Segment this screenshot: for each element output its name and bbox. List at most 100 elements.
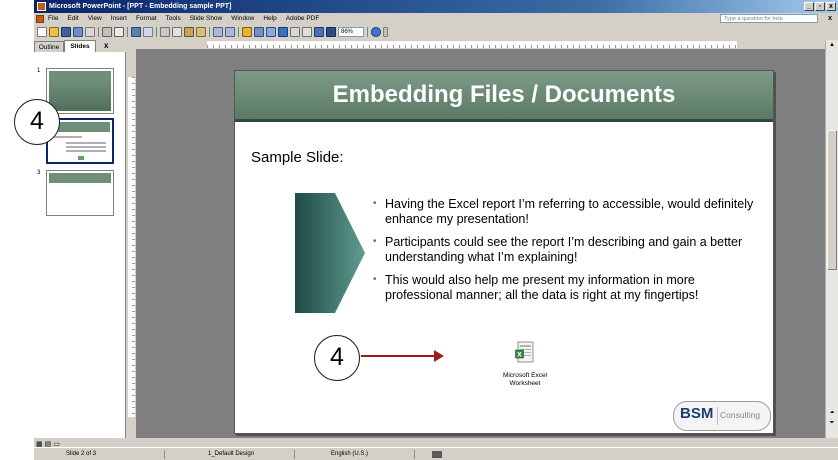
research-icon[interactable] — [143, 27, 153, 37]
document-icon[interactable] — [36, 15, 44, 23]
standard-toolbar: 86% — [34, 25, 838, 39]
menu-adobe-pdf[interactable]: Adobe PDF — [286, 13, 320, 25]
insert-hyperlink-icon[interactable] — [278, 27, 288, 37]
menu-edit[interactable]: Edit — [67, 13, 78, 25]
embed-caption: Microsoft Excel Worksheet — [495, 372, 555, 388]
thumbnail-number: 3 — [37, 170, 41, 176]
bullet-list[interactable]: • Having the Excel report I’m referring … — [373, 197, 763, 311]
zoom-select[interactable]: 86% — [338, 27, 364, 37]
bullet-item: • Having the Excel report I’m referring … — [373, 197, 763, 227]
bullet-item: • Participants could see the report I’m … — [373, 235, 763, 265]
embedded-excel-object[interactable]: X Microsoft Excel Worksheet — [495, 341, 555, 388]
print-preview-icon[interactable] — [114, 27, 124, 37]
bullet-dot-icon: • — [373, 274, 377, 285]
spelling-icon[interactable] — [131, 27, 141, 37]
open-icon[interactable] — [49, 27, 59, 37]
menu-tools[interactable]: Tools — [166, 13, 181, 25]
logo-divider — [717, 407, 718, 425]
slide-thumbnail-3[interactable] — [46, 170, 114, 216]
minimize-button[interactable]: _ — [804, 2, 814, 11]
tab-outline[interactable]: Outline — [34, 41, 64, 52]
pane-tabs: Outline Slides x — [34, 40, 126, 52]
status-slide-number: Slide 2 of 3 — [66, 451, 97, 457]
slide-subtitle[interactable]: Sample Slide: — [251, 149, 344, 166]
menu-insert[interactable]: Insert — [111, 13, 127, 25]
bullet-text: This would also help me present my infor… — [385, 273, 699, 302]
callout-number-left: 4 — [14, 99, 60, 145]
slide-title[interactable]: Embedding Files / Documents — [235, 71, 773, 119]
status-bar: Slide 2 of 3 1_Default Design English (U… — [34, 447, 838, 460]
bsm-consulting-logo: BSM Consulting — [673, 401, 771, 431]
tab-slides[interactable]: Slides — [64, 40, 96, 52]
menu-slide-show[interactable]: Slide Show — [190, 13, 223, 25]
menu-help[interactable]: Help — [263, 13, 276, 25]
vertical-ruler — [127, 49, 136, 438]
bullet-text: Participants could see the report I’m de… — [385, 235, 743, 264]
status-divider — [164, 450, 165, 459]
paste-icon[interactable] — [184, 27, 194, 37]
spelling-status-icon[interactable] — [432, 451, 442, 458]
expand-all-icon[interactable] — [290, 27, 300, 37]
print-icon[interactable] — [102, 27, 112, 37]
logo-consulting-text: Consulting — [720, 410, 761, 420]
status-divider — [294, 450, 295, 459]
bullet-dot-icon: • — [373, 198, 377, 209]
window-title: Microsoft PowerPoint - [PPT - Embedding … — [49, 3, 232, 10]
maximize-button[interactable]: ▫ — [815, 2, 825, 11]
new-icon[interactable] — [37, 27, 47, 37]
status-design-name: 1_Default Design — [208, 451, 255, 457]
previous-slide-icon[interactable]: ⏶ — [827, 408, 837, 418]
excel-worksheet-icon: X — [515, 341, 534, 363]
grid-icon[interactable] — [314, 27, 324, 37]
menu-format[interactable]: Format — [136, 13, 157, 25]
slide-thumbnail-1[interactable] — [46, 68, 114, 114]
pane-close-button[interactable]: x — [104, 41, 108, 50]
status-language: English (U.S.) — [331, 451, 369, 457]
bullet-item: • This would also help me present my inf… — [373, 273, 763, 303]
close-button[interactable]: x — [826, 2, 836, 11]
cut-icon[interactable] — [160, 27, 170, 37]
embed-caption-line2: Worksheet — [509, 380, 541, 387]
powerpoint-app-icon[interactable] — [37, 2, 46, 11]
menu-bar: File Edit View Insert Format Tools Slide… — [34, 13, 838, 25]
horizontal-ruler — [127, 40, 825, 49]
powerpoint-window: Microsoft PowerPoint - [PPT - Embedding … — [34, 0, 838, 460]
svg-text:X: X — [517, 352, 522, 359]
scroll-up-icon[interactable]: ▲ — [827, 40, 837, 50]
toolbar-options-icon[interactable] — [383, 27, 388, 37]
redo-icon[interactable] — [225, 27, 235, 37]
menu-file[interactable]: File — [48, 13, 58, 25]
help-search-input[interactable]: Type a question for help — [720, 14, 818, 23]
insert-table-icon[interactable] — [254, 27, 264, 37]
vertical-scrollbar[interactable]: ▲ ⏶ ⏷ — [825, 40, 838, 438]
format-painter-icon[interactable] — [196, 27, 206, 37]
show-formatting-icon[interactable] — [302, 27, 312, 37]
bullet-dot-icon: • — [373, 236, 377, 247]
scrollbar-thumb[interactable] — [827, 130, 837, 270]
slide-canvas[interactable]: Embedding Files / Documents Sample Slide… — [234, 70, 774, 434]
menu-view[interactable]: View — [88, 13, 102, 25]
bullet-text: Having the Excel report I’m referring to… — [385, 197, 754, 226]
insert-chart-icon[interactable] — [242, 27, 252, 37]
menu-window[interactable]: Window — [231, 13, 254, 25]
status-divider — [414, 450, 415, 459]
embed-caption-line1: Microsoft Excel — [502, 372, 548, 379]
menu-items: File Edit View Insert Format Tools Slide… — [48, 13, 319, 25]
undo-icon[interactable] — [213, 27, 223, 37]
chevron-shape[interactable] — [295, 193, 365, 313]
callout-arrow-head-icon — [434, 350, 444, 362]
next-slide-icon[interactable]: ⏷ — [827, 418, 837, 428]
tables-borders-icon[interactable] — [266, 27, 276, 37]
help-icon[interactable] — [371, 27, 381, 37]
callout-arrow-line — [361, 355, 437, 357]
color-grayscale-icon[interactable] — [326, 27, 336, 37]
permission-icon[interactable] — [73, 27, 83, 37]
logo-bsm-text: BSM — [680, 405, 714, 422]
email-icon[interactable] — [85, 27, 95, 37]
view-buttons-bar: ▦ ▤ ▭ — [34, 438, 126, 448]
close-document-button[interactable]: x — [828, 13, 832, 25]
callout-number-bottom: 4 — [314, 335, 360, 381]
thumbnail-number: 1 — [37, 68, 41, 74]
save-icon[interactable] — [61, 27, 71, 37]
copy-icon[interactable] — [172, 27, 182, 37]
